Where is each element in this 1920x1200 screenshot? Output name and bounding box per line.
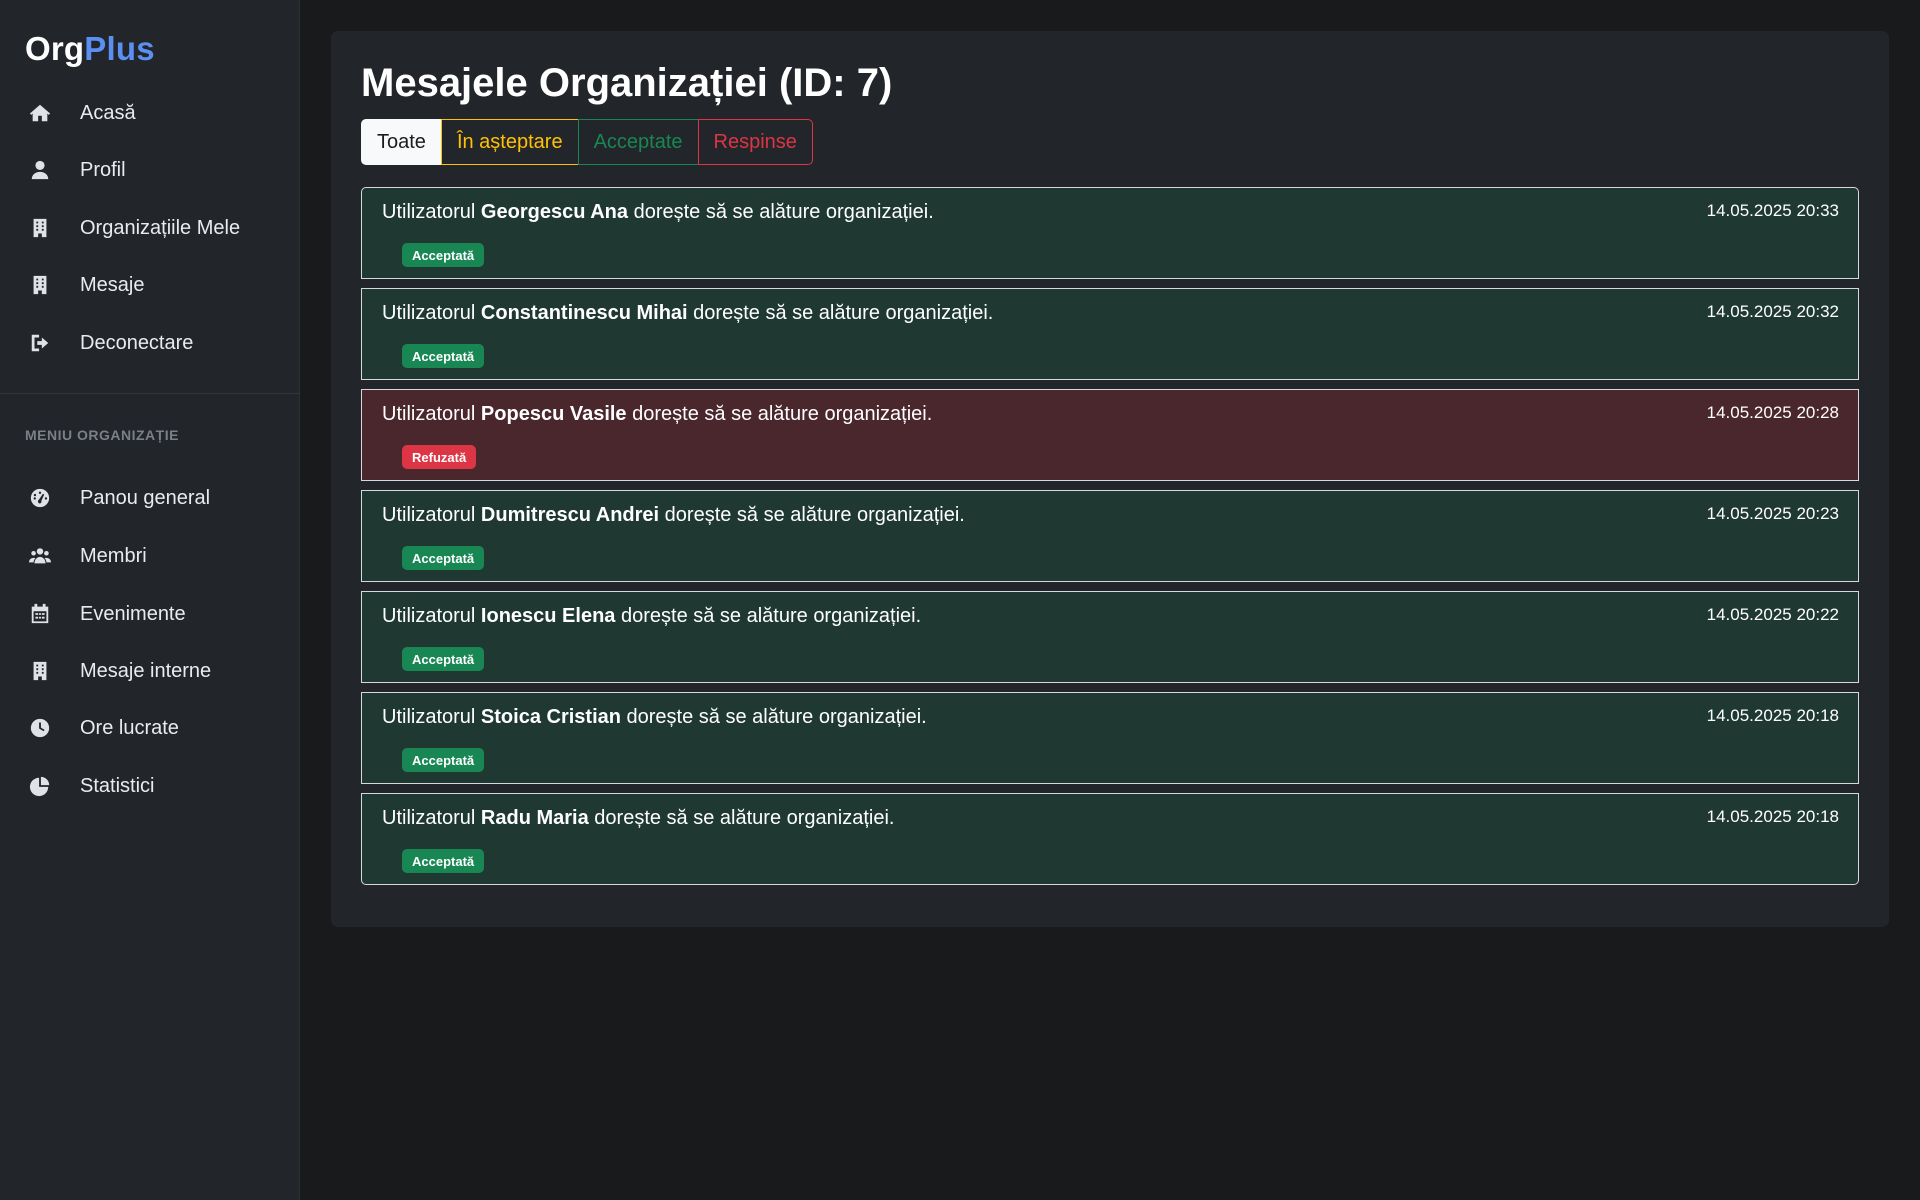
sidebar-item-internal-messages[interactable]: Mesaje interne — [0, 646, 300, 696]
dashboard-icon — [28, 486, 52, 510]
messages-list: Utilizatorul Georgescu Ana dorește să se… — [361, 187, 1859, 885]
sidebar-item-label: Ore lucrate — [80, 716, 179, 739]
sidebar-divider — [0, 393, 300, 394]
message-item[interactable]: Utilizatorul Dumitrescu Andrei dorește s… — [361, 490, 1859, 582]
sidebar-item-label: Mesaje interne — [80, 659, 212, 682]
filter-all-button[interactable]: Toate — [361, 119, 442, 165]
sidebar-item-statistics[interactable]: Statistici — [0, 761, 300, 811]
message-timestamp: 14.05.2025 20:28 — [1706, 403, 1839, 422]
message-item[interactable]: Utilizatorul Ionescu Elena dorește să se… — [361, 591, 1859, 683]
message-text: Utilizatorul Georgescu Ana dorește să se… — [382, 201, 934, 224]
sidebar-item-label: Acasă — [80, 101, 136, 124]
message-prefix: Utilizatorul — [382, 504, 481, 526]
message-suffix: dorește să se alăture organizației. — [659, 504, 965, 526]
message-timestamp: 14.05.2025 20:33 — [1706, 201, 1839, 220]
status-badge: Acceptată — [402, 344, 485, 368]
message-suffix: dorește să se alăture organizației. — [620, 706, 927, 728]
status-badge: Acceptată — [402, 546, 485, 570]
sidebar-item-label: Membri — [80, 544, 147, 567]
messages-card: Mesajele Organizației (ID: 7) Toate În a… — [331, 31, 1889, 927]
message-suffix: dorește să se alăture organizației. — [588, 807, 895, 829]
message-text: Utilizatorul Dumitrescu Andrei dorește s… — [382, 504, 965, 527]
sidebar-item-messages[interactable]: Mesaje — [0, 260, 300, 310]
message-user-name: Georgescu Ana — [480, 201, 629, 223]
status-badge: Acceptată — [402, 748, 485, 772]
filter-pending-button[interactable]: În așteptare — [440, 119, 579, 165]
message-suffix: dorește să se alăture organizației. — [626, 403, 933, 425]
message-user-name: Dumitrescu Andrei — [480, 504, 660, 526]
sidebar-item-label: Profil — [80, 158, 126, 181]
sidebar-item-dashboard[interactable]: Panou general — [0, 473, 300, 523]
sidebar: OrgPlus Acasă Profil Organizațiile Mele … — [0, 0, 300, 1200]
message-user-name: Popescu Vasile — [480, 403, 627, 425]
sidebar-item-label: Organizațiile Mele — [80, 216, 241, 239]
building-icon — [28, 273, 52, 297]
message-item[interactable]: Utilizatorul Popescu Vasile dorește să s… — [361, 389, 1859, 481]
message-timestamp: 14.05.2025 20:18 — [1706, 807, 1839, 826]
sidebar-item-label: Statistici — [80, 774, 155, 797]
message-item[interactable]: Utilizatorul Stoica Cristian dorește să … — [361, 692, 1859, 784]
clock-icon — [28, 716, 52, 740]
brand-part-plus: Plus — [84, 30, 155, 67]
message-timestamp: 14.05.2025 20:32 — [1706, 302, 1839, 321]
building-icon — [28, 216, 52, 240]
sidebar-item-logout[interactable]: Deconectare — [0, 318, 300, 368]
brand-logo[interactable]: OrgPlus — [25, 30, 155, 68]
sidebar-item-events[interactable]: Evenimente — [0, 589, 300, 639]
sidebar-item-profile[interactable]: Profil — [0, 145, 300, 195]
message-prefix: Utilizatorul — [382, 201, 481, 223]
sidebar-item-home[interactable]: Acasă — [0, 88, 300, 138]
brand-part-org: Org — [25, 30, 85, 67]
message-user-name: Constantinescu Mihai — [480, 302, 688, 324]
sidebar-item-members[interactable]: Membri — [0, 531, 300, 581]
message-item[interactable]: Utilizatorul Georgescu Ana dorește să se… — [361, 187, 1859, 279]
message-text: Utilizatorul Constantinescu Mihai doreșt… — [382, 302, 993, 325]
sidebar-item-worked-hours[interactable]: Ore lucrate — [0, 703, 300, 753]
sidebar-item-label: Panou general — [80, 486, 211, 509]
message-text: Utilizatorul Radu Maria dorește să se al… — [382, 807, 894, 830]
org-menu-title: MENIU ORGANIZAȚIE — [25, 427, 179, 443]
home-icon — [28, 101, 52, 125]
page-title: Mesajele Organizației (ID: 7) — [361, 61, 893, 105]
user-icon — [28, 158, 52, 182]
message-suffix: dorește să se alăture organizației. — [687, 302, 994, 324]
status-badge: Acceptată — [402, 849, 485, 873]
message-prefix: Utilizatorul — [382, 302, 481, 324]
sidebar-item-label: Evenimente — [80, 602, 186, 625]
message-text: Utilizatorul Stoica Cristian dorește să … — [382, 706, 927, 729]
logout-icon — [28, 331, 52, 355]
message-text: Utilizatorul Ionescu Elena dorește să se… — [382, 605, 921, 628]
sidebar-item-label: Deconectare — [80, 331, 194, 354]
message-user-name: Ionescu Elena — [480, 605, 616, 627]
sidebar-item-label: Mesaje — [80, 273, 145, 296]
users-icon — [28, 544, 52, 568]
pie-chart-icon — [28, 774, 52, 798]
message-timestamp: 14.05.2025 20:22 — [1706, 605, 1839, 624]
message-prefix: Utilizatorul — [382, 807, 481, 829]
status-badge: Acceptată — [402, 243, 485, 267]
message-timestamp: 14.05.2025 20:18 — [1706, 706, 1839, 725]
message-suffix: dorește să se alăture organizației. — [615, 605, 922, 627]
message-item[interactable]: Utilizatorul Radu Maria dorește să se al… — [361, 793, 1859, 885]
message-prefix: Utilizatorul — [382, 403, 481, 425]
filter-rejected-button[interactable]: Respinse — [697, 119, 813, 165]
status-badge: Refuzată — [402, 445, 477, 469]
filter-button-group: Toate În așteptare Acceptate Respinse — [361, 119, 813, 165]
sidebar-item-my-organizations[interactable]: Organizațiile Mele — [0, 203, 300, 253]
message-prefix: Utilizatorul — [382, 706, 481, 728]
message-text: Utilizatorul Popescu Vasile dorește să s… — [382, 403, 932, 426]
message-user-name: Stoica Cristian — [480, 706, 621, 728]
status-badge: Acceptată — [402, 647, 485, 671]
message-timestamp: 14.05.2025 20:23 — [1706, 504, 1839, 523]
calendar-icon — [28, 602, 52, 626]
building-icon — [28, 659, 52, 683]
message-suffix: dorește să se alăture organizației. — [628, 201, 934, 223]
message-prefix: Utilizatorul — [382, 605, 481, 627]
message-item[interactable]: Utilizatorul Constantinescu Mihai doreșt… — [361, 288, 1859, 380]
message-user-name: Radu Maria — [480, 807, 589, 829]
filter-accepted-button[interactable]: Acceptate — [577, 119, 699, 165]
